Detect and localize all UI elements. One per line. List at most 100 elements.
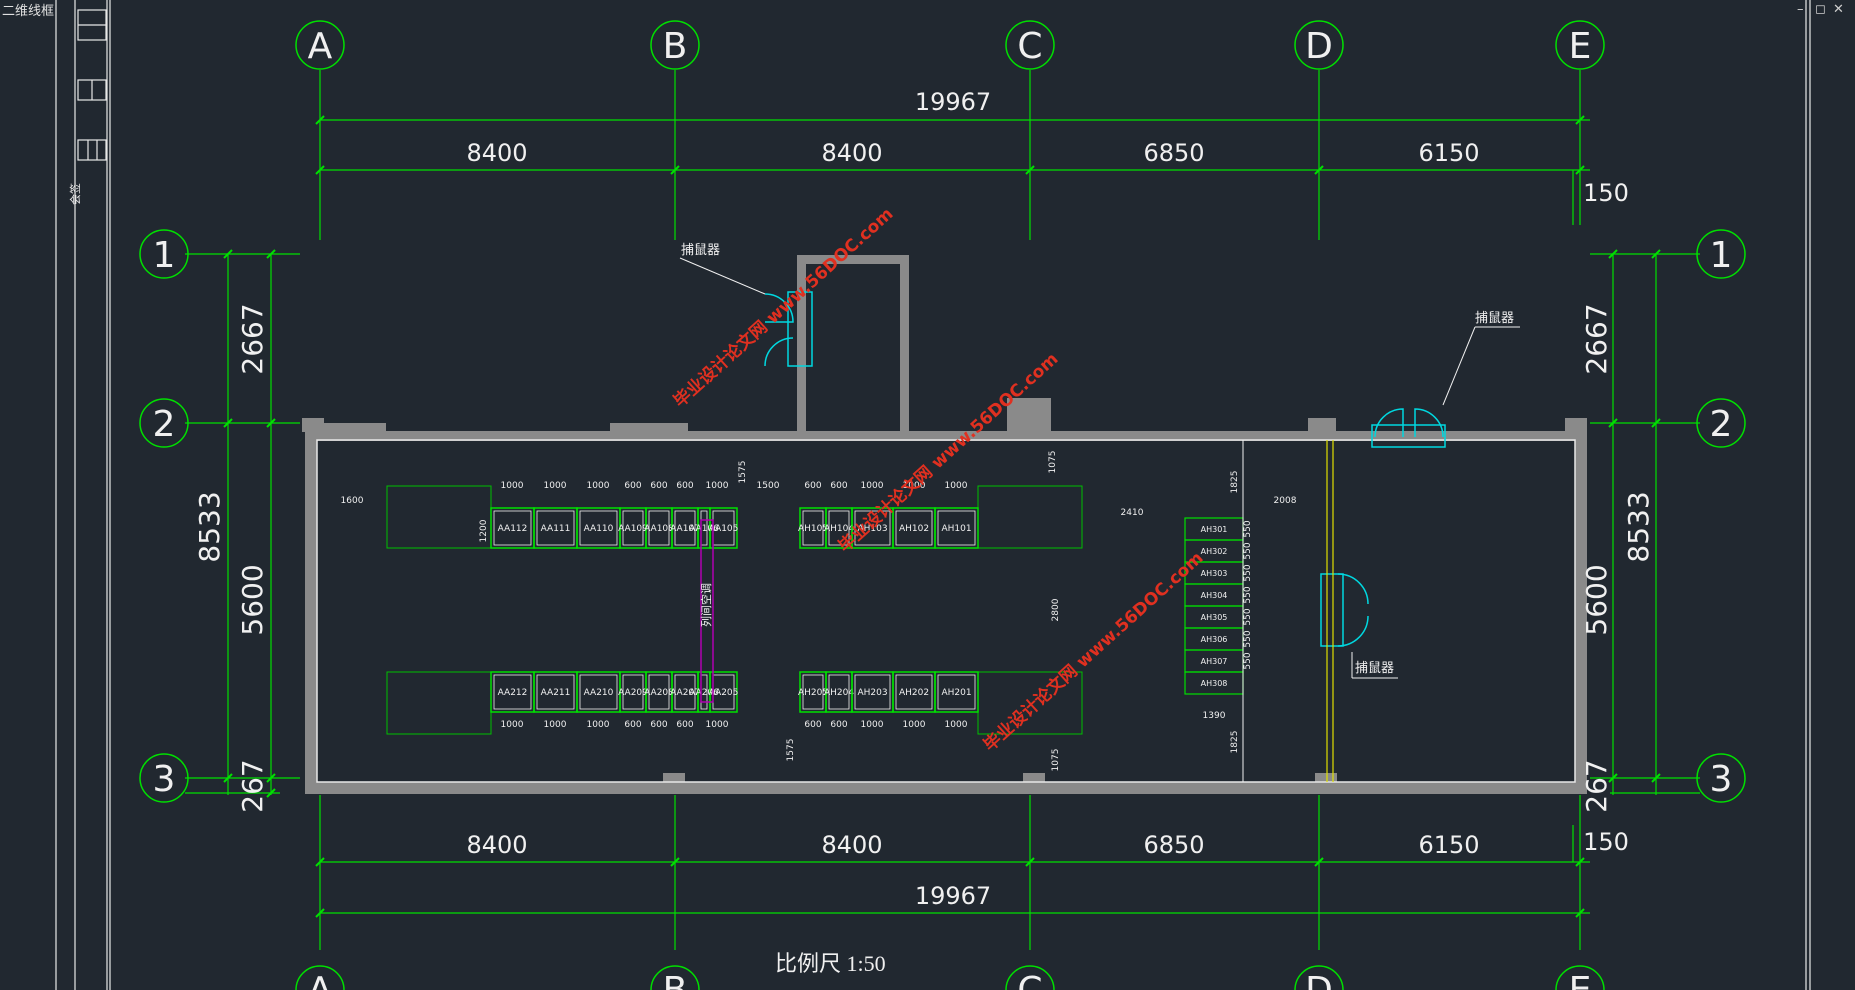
cabinet-label: AH204 [824,688,854,698]
cabinet-label: AH305 [1201,613,1228,622]
cabinet-ah305: AH305 [1184,605,1244,629]
dim-offset-top: 150 [1583,179,1629,207]
dim-total-bottom: 19967 [915,882,991,910]
inner-dim-label: 1575 [738,461,748,484]
grid-lines [185,70,1700,950]
axis-label-e-bottom: E [1569,970,1592,990]
axis-label-d: D [1305,26,1333,67]
axis-label-1: 1 [153,235,176,276]
cabinet-label: AH302 [1201,547,1228,556]
axis-label-3: 3 [153,759,176,800]
cad-drawing[interactable]: 会签 A B C D E 1 2 3 1 2 3 19967 8400 8400… [0,0,1855,990]
inner-dim-label: 550 [1243,652,1253,669]
inner-dim-label: 1000 [544,481,567,491]
watermark-1: 毕业设计论文网 www.56DOC.com [669,203,897,411]
right-frame [1805,0,1811,990]
axis-label-a-bottom: A [308,970,333,990]
axis-label-d-bottom: D [1305,970,1333,990]
inner-dim-label: 1000 [706,481,729,491]
inner-dim-label: 600 [624,720,641,730]
title-strip-label: 会签 [68,183,82,205]
axis-label-1-right: 1 [1710,235,1733,276]
dim-row-23: 5600 [236,564,269,635]
inner-dim-label: 550 [1243,520,1253,537]
cabinet-ah204: AH204 [824,671,854,713]
inner-dim-label: 600 [676,481,693,491]
cabinet-label: AA112 [498,524,528,534]
inner-dim-label: 550 [1243,564,1253,581]
cabinet-aa212: AA212 [490,671,535,713]
inner-dim-label: 2800 [1051,598,1061,621]
inner-dim-label: 600 [650,720,667,730]
dim-bay-bc: 8400 [821,139,882,167]
dim-row-12-right: 2667 [1580,303,1613,374]
dim-bay-bc-bottom: 8400 [821,831,882,859]
cabinet-ah301: AH301 [1184,517,1244,541]
axis-label-2: 2 [153,404,176,445]
cabinet-label: AA210 [584,688,614,698]
cabinet-label: AH301 [1201,525,1228,534]
watermarks: 毕业设计论文网 www.56DOC.com 毕业设计论文网 www.56DOC.… [669,203,1207,755]
cabinet-label: AH307 [1201,657,1228,666]
ac-unit-label: 列间空调 [699,583,713,627]
watermark-3: 毕业设计论文网 www.56DOC.com [979,547,1207,755]
inner-dim-label: 1000 [903,720,926,730]
cabinet-ah101: AH101 [934,507,979,549]
dim-total-height: 8533 [193,491,226,562]
inner-dim-label: 2008 [1274,496,1297,506]
inner-dim-label: 1500 [757,481,780,491]
dim-row-12: 2667 [236,303,269,374]
cabinet-label: AH203 [857,688,887,698]
cabinet-label: AH304 [1201,591,1228,600]
axis-label-b-bottom: B [663,970,688,990]
inner-dim-label: 2410 [1121,508,1144,518]
scale-label: 比例尺 1:50 [775,951,886,976]
inner-dim-label: 1000 [706,720,729,730]
inner-dim-label: 1000 [501,720,524,730]
inner-dim-label: 600 [830,481,847,491]
cabinet-ah201: AH201 [934,671,979,713]
cabinet-ah203: AH203 [851,671,894,713]
inner-dim-label: 600 [804,720,821,730]
inner-dim-label: 1000 [945,481,968,491]
inner-dim-label: 550 [1243,542,1253,559]
cabinet-ah308: AH308 [1184,671,1244,695]
detector-symbols [764,291,1446,647]
cabinet-aa211: AA211 [533,671,578,713]
cabinet-ah306: AH306 [1184,627,1244,651]
axis-label-c: C [1017,26,1042,67]
cabinet-label: AH308 [1201,679,1228,688]
inner-dim-label: 1075 [1051,749,1061,772]
inner-dim-label: 1200 [479,519,489,542]
inner-dim-label: 550 [1243,586,1253,603]
vertical-dimension-texts: 2667 8533 5600 267 2667 8533 5600 267 [193,303,1655,812]
dim-row-3-end: 267 [236,759,269,812]
inner-dim-label: 1000 [544,720,567,730]
axis-label-e: E [1569,26,1592,67]
axis-bubbles [139,20,1746,990]
inner-dim-label: 600 [676,720,693,730]
dimension-ticks [223,115,1661,918]
cabinet-label: AA211 [541,688,571,698]
cabinet-aa210: AA210 [576,671,621,713]
inner-dim-label: 1075 [1048,451,1058,474]
dim-row-23-right: 5600 [1580,564,1613,635]
title-strip [55,0,111,990]
cabinet-ah307: AH307 [1184,649,1244,673]
inner-dim-label: 550 [1243,630,1253,647]
cabinet-ah202: AH202 [892,671,936,713]
inner-dim-label: 550 [1243,608,1253,625]
axis-label-2-right: 2 [1710,404,1733,445]
cabinet-label: AH306 [1201,635,1228,644]
inner-dim-label: 600 [624,481,641,491]
dim-bay-de: 6150 [1418,139,1479,167]
cabinet-ah304: AH304 [1184,583,1244,607]
dim-bay-cd-bottom: 6850 [1143,831,1204,859]
cabinet-aa112: AA112 [490,507,535,549]
dim-offset-bottom: 150 [1583,828,1629,856]
inner-dim-label: 1390 [1203,711,1226,721]
detector-label-1: 捕鼠器 [681,242,720,258]
cabinet-label: AH303 [1201,569,1228,578]
inner-dim-label: 1000 [501,481,524,491]
cabinet-label: AA111 [541,524,571,534]
